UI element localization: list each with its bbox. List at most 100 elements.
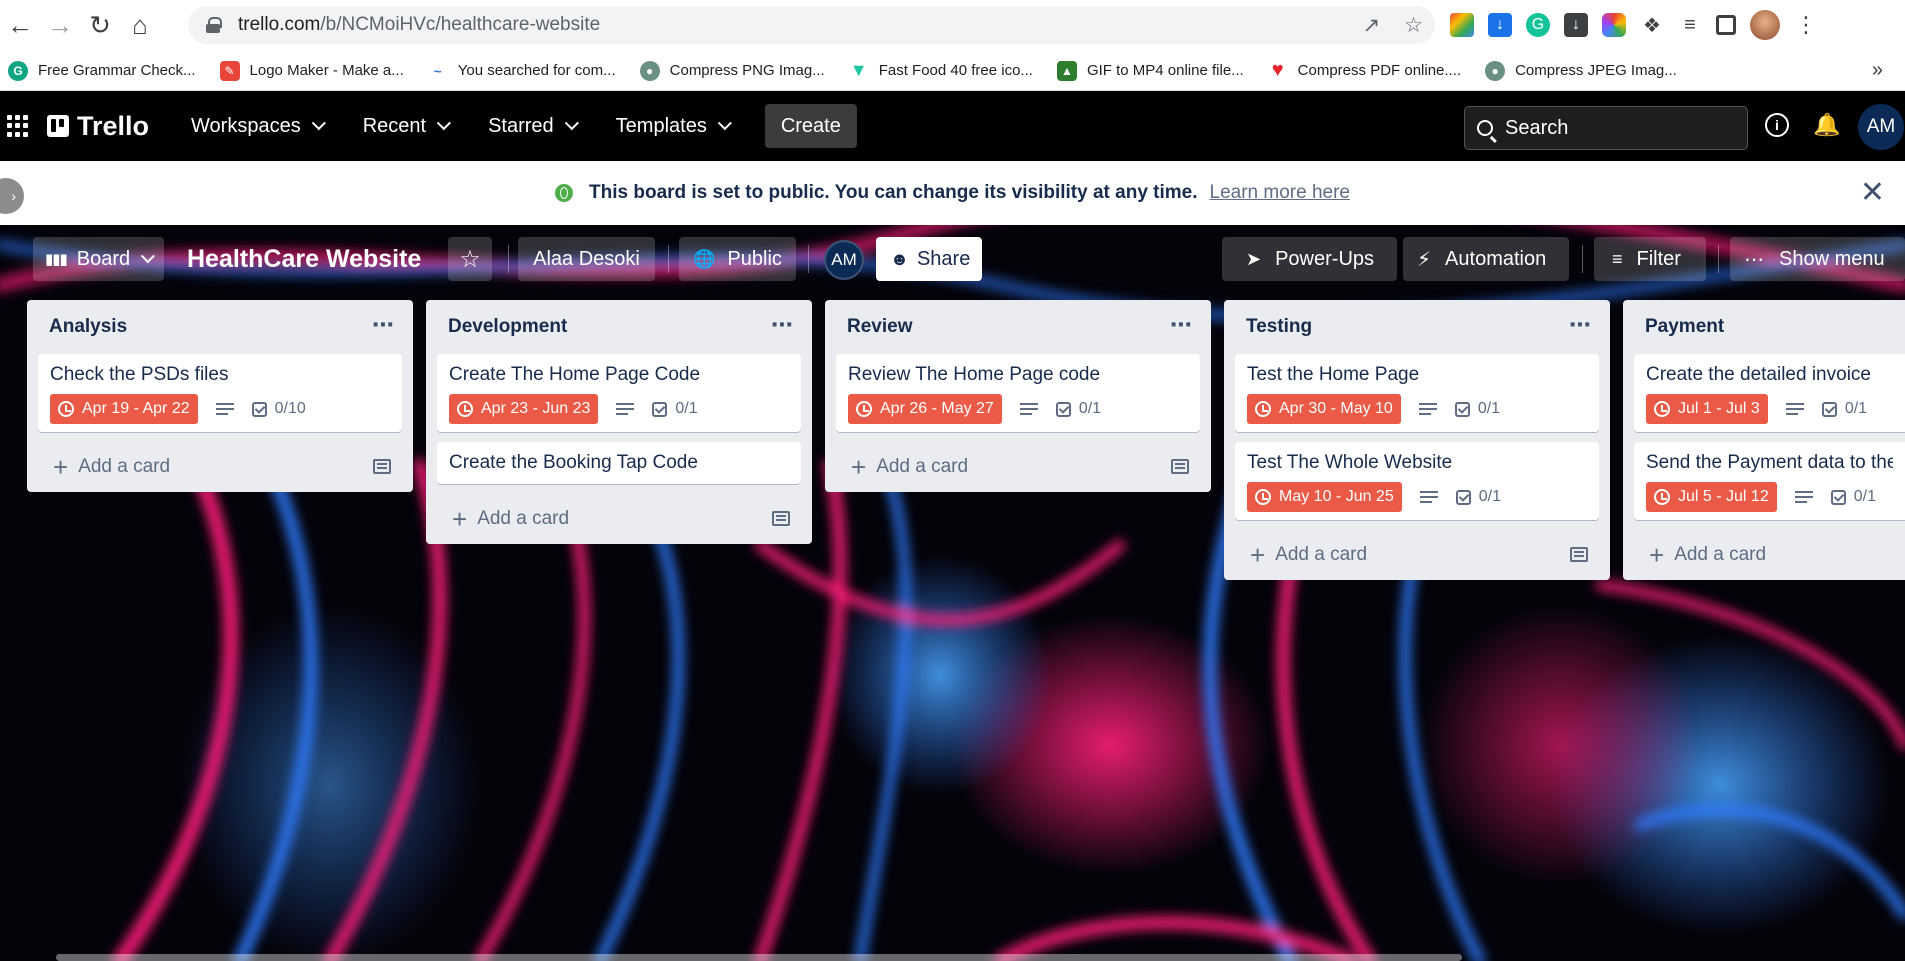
url-text[interactable]: trello.com/b/NCMoiHVc/healthcare-website <box>238 14 600 36</box>
back-icon[interactable]: ← <box>0 6 40 46</box>
nav-starred[interactable]: Starred <box>474 115 588 138</box>
due-date-badge[interactable]: Apr 30 - May 10 <box>1247 394 1401 424</box>
add-card-button[interactable]: + Add a card <box>426 494 812 544</box>
create-button[interactable]: Create <box>764 104 857 148</box>
card[interactable]: Review The Home Page code Apr 26 - May 2… <box>836 354 1200 432</box>
card[interactable]: Test the Home Page Apr 30 - May 10 0/1 <box>1235 354 1599 432</box>
add-card-button[interactable]: + Add a card <box>825 442 1211 492</box>
bookmark-item[interactable]: ● Compress PNG Imag... <box>639 60 825 81</box>
list-header[interactable]: Payment <box>1623 300 1905 354</box>
checklist-icon <box>251 401 267 417</box>
member-avatar[interactable]: AM <box>824 240 864 280</box>
browser-profile-avatar[interactable] <box>1750 10 1780 40</box>
checklist-badge: 0/1 <box>652 400 698 418</box>
side-panel-icon[interactable] <box>1716 15 1736 35</box>
card-title: Create The Home Page Code <box>449 364 701 385</box>
reload-icon[interactable]: ↻ <box>80 6 120 46</box>
card-template-icon[interactable] <box>772 511 790 526</box>
plus-icon: + <box>1649 540 1665 570</box>
card[interactable]: Create the Booking Tap Code <box>437 442 801 484</box>
visibility-button[interactable]: 🌐 Public <box>679 237 796 281</box>
card-template-icon[interactable] <box>1570 547 1588 562</box>
card-template-icon[interactable] <box>1171 459 1189 474</box>
card[interactable]: Create the detailed invoice Jul 1 - Jul … <box>1634 354 1905 432</box>
divider <box>1718 245 1719 273</box>
home-icon[interactable]: ⌂ <box>120 6 160 46</box>
puzzle-extensions-icon[interactable]: ❖ <box>1640 13 1664 37</box>
divider <box>668 245 669 273</box>
list-menu-icon[interactable]: ⋯ <box>372 312 395 338</box>
sidebar-expand-icon[interactable]: › <box>0 178 24 214</box>
google-sheets-extension-icon[interactable] <box>1450 13 1474 37</box>
checklist-badge: 0/1 <box>1455 488 1501 506</box>
list-menu-icon[interactable]: ⋯ <box>771 312 794 338</box>
card[interactable]: Create The Home Page Code Apr 23 - Jun 2… <box>437 354 801 432</box>
add-person-icon: ☻ <box>890 248 909 269</box>
list-menu-icon[interactable]: ⋯ <box>1569 312 1592 338</box>
card[interactable]: Send the Payment data to the Jul 5 - Jul… <box>1634 442 1905 520</box>
search-input[interactable]: Search <box>1464 106 1748 150</box>
browser-menu-icon[interactable]: ⋮ <box>1794 12 1818 37</box>
clock-icon <box>1654 489 1670 505</box>
due-date-badge[interactable]: Apr 26 - May 27 <box>848 394 1002 424</box>
close-icon[interactable]: ✕ <box>1860 178 1885 208</box>
bookmark-star-icon[interactable]: ☆ <box>1404 13 1423 38</box>
filter-button[interactable]: ≡ Filter <box>1594 237 1706 281</box>
grammarly-extension-icon[interactable]: G <box>1526 13 1550 37</box>
bookmark-item[interactable]: ● Compress JPEG Imag... <box>1485 60 1677 81</box>
share-button[interactable]: ☻ Share <box>876 237 982 281</box>
bookmark-item[interactable]: ✎ Logo Maker - Make a... <box>219 60 404 81</box>
lock-icon[interactable] <box>206 17 222 33</box>
nav-recent[interactable]: Recent <box>349 115 460 138</box>
due-date-badge[interactable]: Apr 23 - Jun 23 <box>449 394 599 424</box>
card[interactable]: Check the PSDs files Apr 19 - Apr 22 0/1… <box>38 354 402 432</box>
board-horizontal-scrollbar[interactable] <box>56 954 1462 961</box>
color-picker-extension-icon[interactable] <box>1602 13 1626 37</box>
due-date-badge[interactable]: Jul 1 - Jul 3 <box>1646 394 1768 424</box>
card-title: Send the Payment data to the <box>1646 452 1893 473</box>
chevron-down-icon <box>311 116 326 131</box>
reading-list-icon[interactable]: ≡ <box>1678 13 1702 37</box>
add-card-button[interactable]: + Add a card <box>1224 530 1610 580</box>
bookmark-item[interactable]: ▼ Fast Food 40 free ico... <box>848 60 1033 81</box>
list-header[interactable]: Review ⋯ <box>825 300 1211 354</box>
address-bar[interactable]: trello.com/b/NCMoiHVc/healthcare-website… <box>188 6 1435 44</box>
workspace-button[interactable]: Alaa Desoki <box>518 237 655 281</box>
nav-templates[interactable]: Templates <box>602 115 741 138</box>
due-date-badge[interactable]: Apr 19 - Apr 22 <box>50 394 198 424</box>
bookmark-item[interactable]: ~ You searched for com... <box>427 60 616 81</box>
card-template-icon[interactable] <box>373 459 391 474</box>
list-header[interactable]: Testing ⋯ <box>1224 300 1610 354</box>
power-ups-button[interactable]: ➤ Power-Ups <box>1222 237 1397 281</box>
notifications-bell-icon[interactable]: 🔔 <box>1813 112 1840 138</box>
info-icon[interactable]: i <box>1764 112 1790 138</box>
bookmark-label: Compress PNG Imag... <box>669 62 825 79</box>
trello-logo[interactable]: Trello <box>47 111 149 142</box>
board-view-switcher[interactable]: ▮▮▮ Board <box>33 237 164 281</box>
bookmark-item[interactable]: ♥ Compress PDF online.... <box>1267 59 1461 81</box>
add-card-button[interactable]: + Add a card <box>27 442 413 492</box>
star-board-icon[interactable]: ☆ <box>448 237 492 281</box>
downloader-extension-icon[interactable]: ↓ <box>1564 13 1588 37</box>
list-header[interactable]: Development ⋯ <box>426 300 812 354</box>
rocket-icon: ➤ <box>1246 248 1262 269</box>
bookmark-item[interactable]: ▲ GIF to MP4 online file... <box>1056 60 1244 81</box>
add-card-button[interactable]: + Add a card <box>1623 530 1905 580</box>
download-extension-icon[interactable]: ↓ <box>1488 13 1512 37</box>
show-menu-button[interactable]: ⋯ Show menu <box>1730 237 1905 281</box>
more-bookmarks-icon[interactable]: » <box>1872 59 1883 82</box>
card[interactable]: Test The Whole Website May 10 - Jun 25 0… <box>1235 442 1599 520</box>
due-date-badge[interactable]: May 10 - Jun 25 <box>1247 482 1402 512</box>
forward-icon[interactable]: → <box>40 6 80 46</box>
account-avatar[interactable]: AM <box>1858 104 1904 150</box>
nav-workspaces[interactable]: Workspaces <box>177 115 335 138</box>
automation-button[interactable]: ⚡ Automation <box>1403 237 1569 281</box>
list-menu-icon[interactable]: ⋯ <box>1170 312 1193 338</box>
app-switcher-icon[interactable] <box>7 115 29 137</box>
learn-more-link[interactable]: Learn more here <box>1210 182 1350 204</box>
bookmark-item[interactable]: G Free Grammar Check... <box>8 60 196 81</box>
share-page-icon[interactable]: ↗ <box>1363 13 1381 38</box>
list-header[interactable]: Analysis ⋯ <box>27 300 413 354</box>
due-date-badge[interactable]: Jul 5 - Jul 12 <box>1646 482 1777 512</box>
board-title[interactable]: HealthCare Website <box>187 237 421 281</box>
